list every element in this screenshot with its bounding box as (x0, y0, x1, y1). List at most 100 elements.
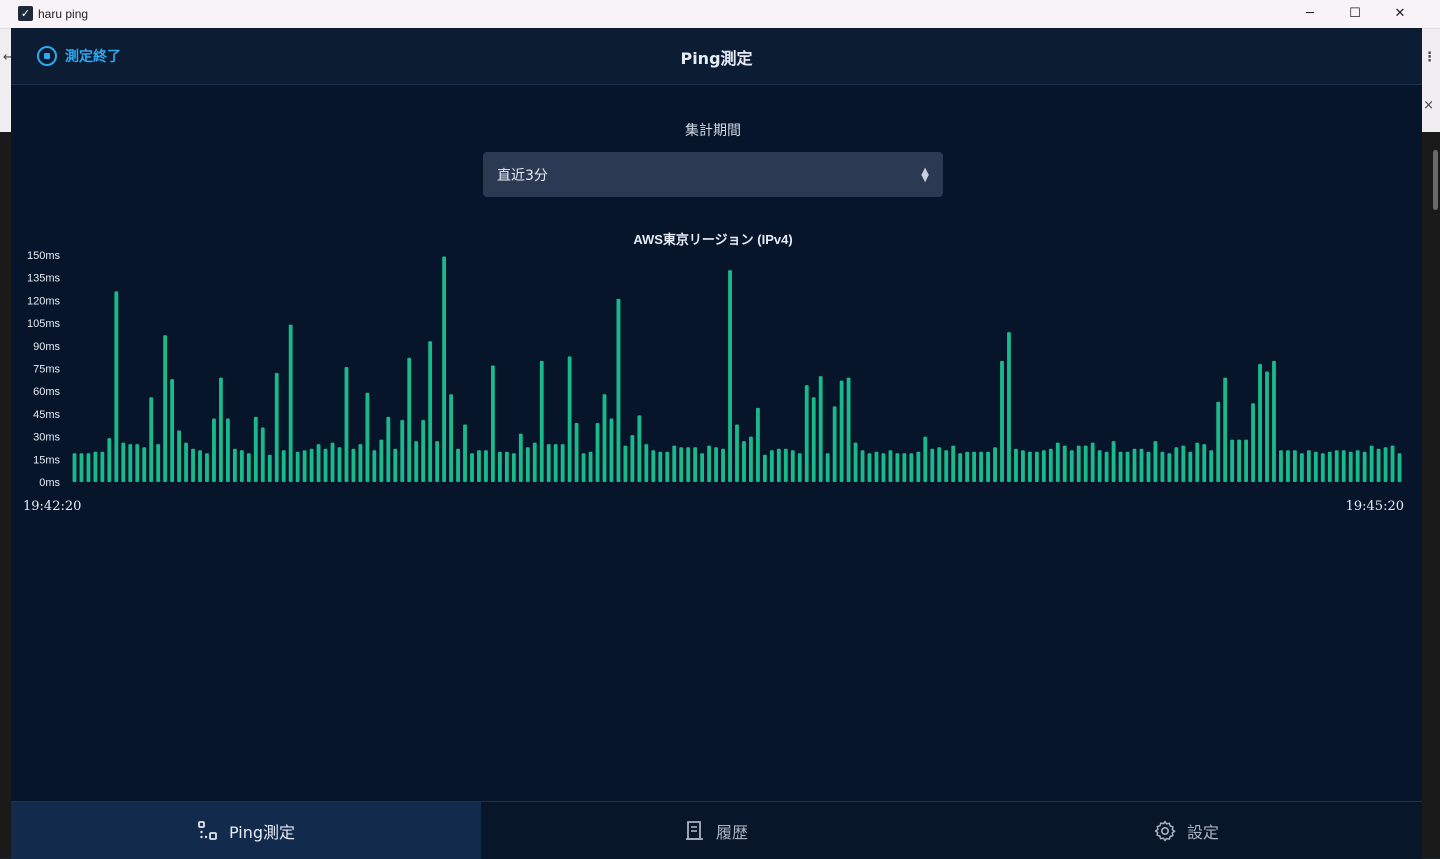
ping-bar (1132, 448, 1137, 482)
ping-nodes-icon (198, 820, 217, 840)
ping-bar (435, 441, 440, 482)
window-titlebar: ✓ haru ping ─ ☐ ✕ (0, 0, 1440, 29)
close-button[interactable]: ✕ (1377, 0, 1423, 28)
ping-bar (986, 451, 990, 482)
y-tick-label: 135ms (27, 273, 61, 285)
y-tick-label: 120ms (27, 295, 61, 307)
ping-bar (372, 450, 377, 482)
ping-bar (393, 448, 398, 482)
ping-bar (1209, 450, 1214, 482)
ping-bar (1167, 453, 1172, 482)
ping-bar (295, 451, 300, 482)
ping-bar (728, 270, 732, 482)
ping-bar (525, 447, 530, 482)
ping-bar (609, 418, 614, 482)
maximize-button[interactable]: ☐ (1332, 0, 1378, 28)
x-axis-end-label: 19:45:20 (1346, 499, 1404, 514)
ping-bar (309, 448, 314, 482)
ping-bar (916, 451, 921, 482)
ping-bar (239, 450, 244, 482)
y-tick-label: 75ms (33, 364, 60, 376)
ping-bar (560, 444, 565, 482)
ping-bar (170, 379, 175, 482)
ping-bar (630, 435, 635, 482)
ping-bar (721, 448, 725, 482)
ping-bar (672, 445, 677, 482)
ping-bar (923, 436, 928, 482)
ping-bar (504, 451, 509, 482)
ping-bar (121, 442, 126, 482)
ping-bar (1216, 401, 1221, 482)
ping-bar (679, 447, 684, 482)
ping-bar (546, 444, 551, 482)
ping-bar (1327, 451, 1332, 482)
ping-bar (497, 451, 502, 482)
ping-bar (1292, 450, 1297, 482)
nav-item-ping[interactable]: Ping測定 (11, 802, 481, 859)
ping-bar (818, 376, 823, 482)
ping-bar (225, 418, 230, 482)
ping-bar (644, 444, 649, 482)
ping-bar (1320, 453, 1325, 482)
ping-bar (1251, 403, 1255, 482)
ping-bar (1272, 360, 1276, 482)
ping-bar (323, 448, 328, 482)
ping-bar (386, 416, 391, 482)
ping-bar (902, 453, 907, 482)
nav-item-history[interactable]: 履歴 (481, 802, 951, 859)
ping-bar (365, 392, 370, 482)
ping-bar (1139, 448, 1144, 482)
bottom-navigation: Ping測定 履歴 設定 (11, 801, 1422, 859)
ping-bar (972, 451, 977, 482)
y-tick-label: 0ms (39, 477, 60, 489)
ping-bar (937, 447, 942, 482)
history-list-icon (685, 820, 703, 840)
ping-bar (693, 447, 698, 482)
background-scrollbar (1433, 150, 1438, 210)
ping-bar (142, 447, 147, 482)
y-tick-label: 30ms (33, 432, 60, 444)
ping-bar (567, 356, 572, 482)
ping-bar (1090, 442, 1095, 482)
ping-bar (811, 397, 816, 482)
ping-bar (1055, 442, 1060, 482)
ping-bar (1021, 450, 1025, 482)
ping-bar (1230, 439, 1235, 482)
ping-bar (1348, 451, 1353, 482)
ping-bar (351, 448, 356, 482)
ping-bar (1153, 441, 1158, 482)
ping-bar (1188, 451, 1193, 482)
nav-item-settings[interactable]: 設定 (951, 802, 1421, 859)
ping-bar (574, 422, 579, 482)
ping-bar (456, 448, 460, 482)
ping-bar (1313, 451, 1318, 482)
ping-bar (1306, 450, 1311, 482)
y-tick-label: 15ms (33, 454, 60, 466)
ping-bar (581, 453, 586, 482)
ping-bar (205, 453, 209, 482)
ping-bar (825, 453, 830, 482)
background-menu-icon: ⋮ (1423, 50, 1436, 65)
y-tick-label: 105ms (27, 318, 61, 330)
ping-bar (1069, 450, 1074, 482)
ping-bar (463, 424, 467, 482)
ping-bar (742, 441, 746, 482)
ping-bar (219, 377, 223, 482)
ping-bar (846, 377, 851, 482)
nav-item-label: 設定 (1186, 822, 1219, 842)
ping-bar (1000, 360, 1004, 482)
ping-bar (951, 445, 956, 482)
ping-bar (1237, 439, 1242, 482)
ping-bar (184, 442, 188, 482)
ping-bar (874, 451, 879, 482)
ping-bar (832, 406, 837, 482)
ping-bar (337, 447, 342, 482)
ping-bar (477, 450, 481, 482)
ping-bar (762, 454, 767, 482)
ping-bar (1125, 451, 1130, 482)
ping-bar (888, 450, 893, 482)
ping-bar (756, 407, 760, 482)
ping-bar (1299, 453, 1304, 482)
minimize-button[interactable]: ─ (1287, 0, 1333, 28)
ping-bar (1174, 447, 1179, 482)
